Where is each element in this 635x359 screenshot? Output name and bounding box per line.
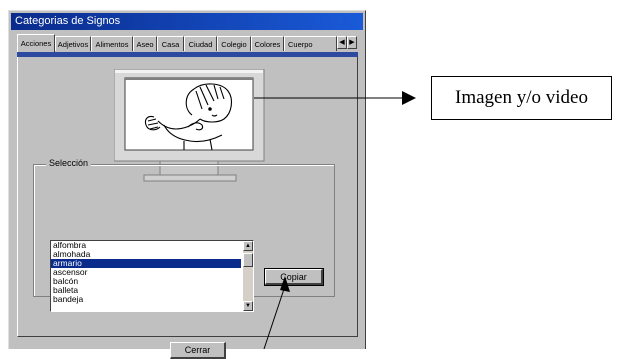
annotation-arrows: [254, 91, 416, 349]
tab-acciones[interactable]: Acciones: [17, 34, 55, 52]
arrow-to-copy-line: [263, 285, 286, 349]
arrow-up-head-icon: [280, 276, 290, 292]
arrow-right-head-icon: [402, 91, 416, 105]
